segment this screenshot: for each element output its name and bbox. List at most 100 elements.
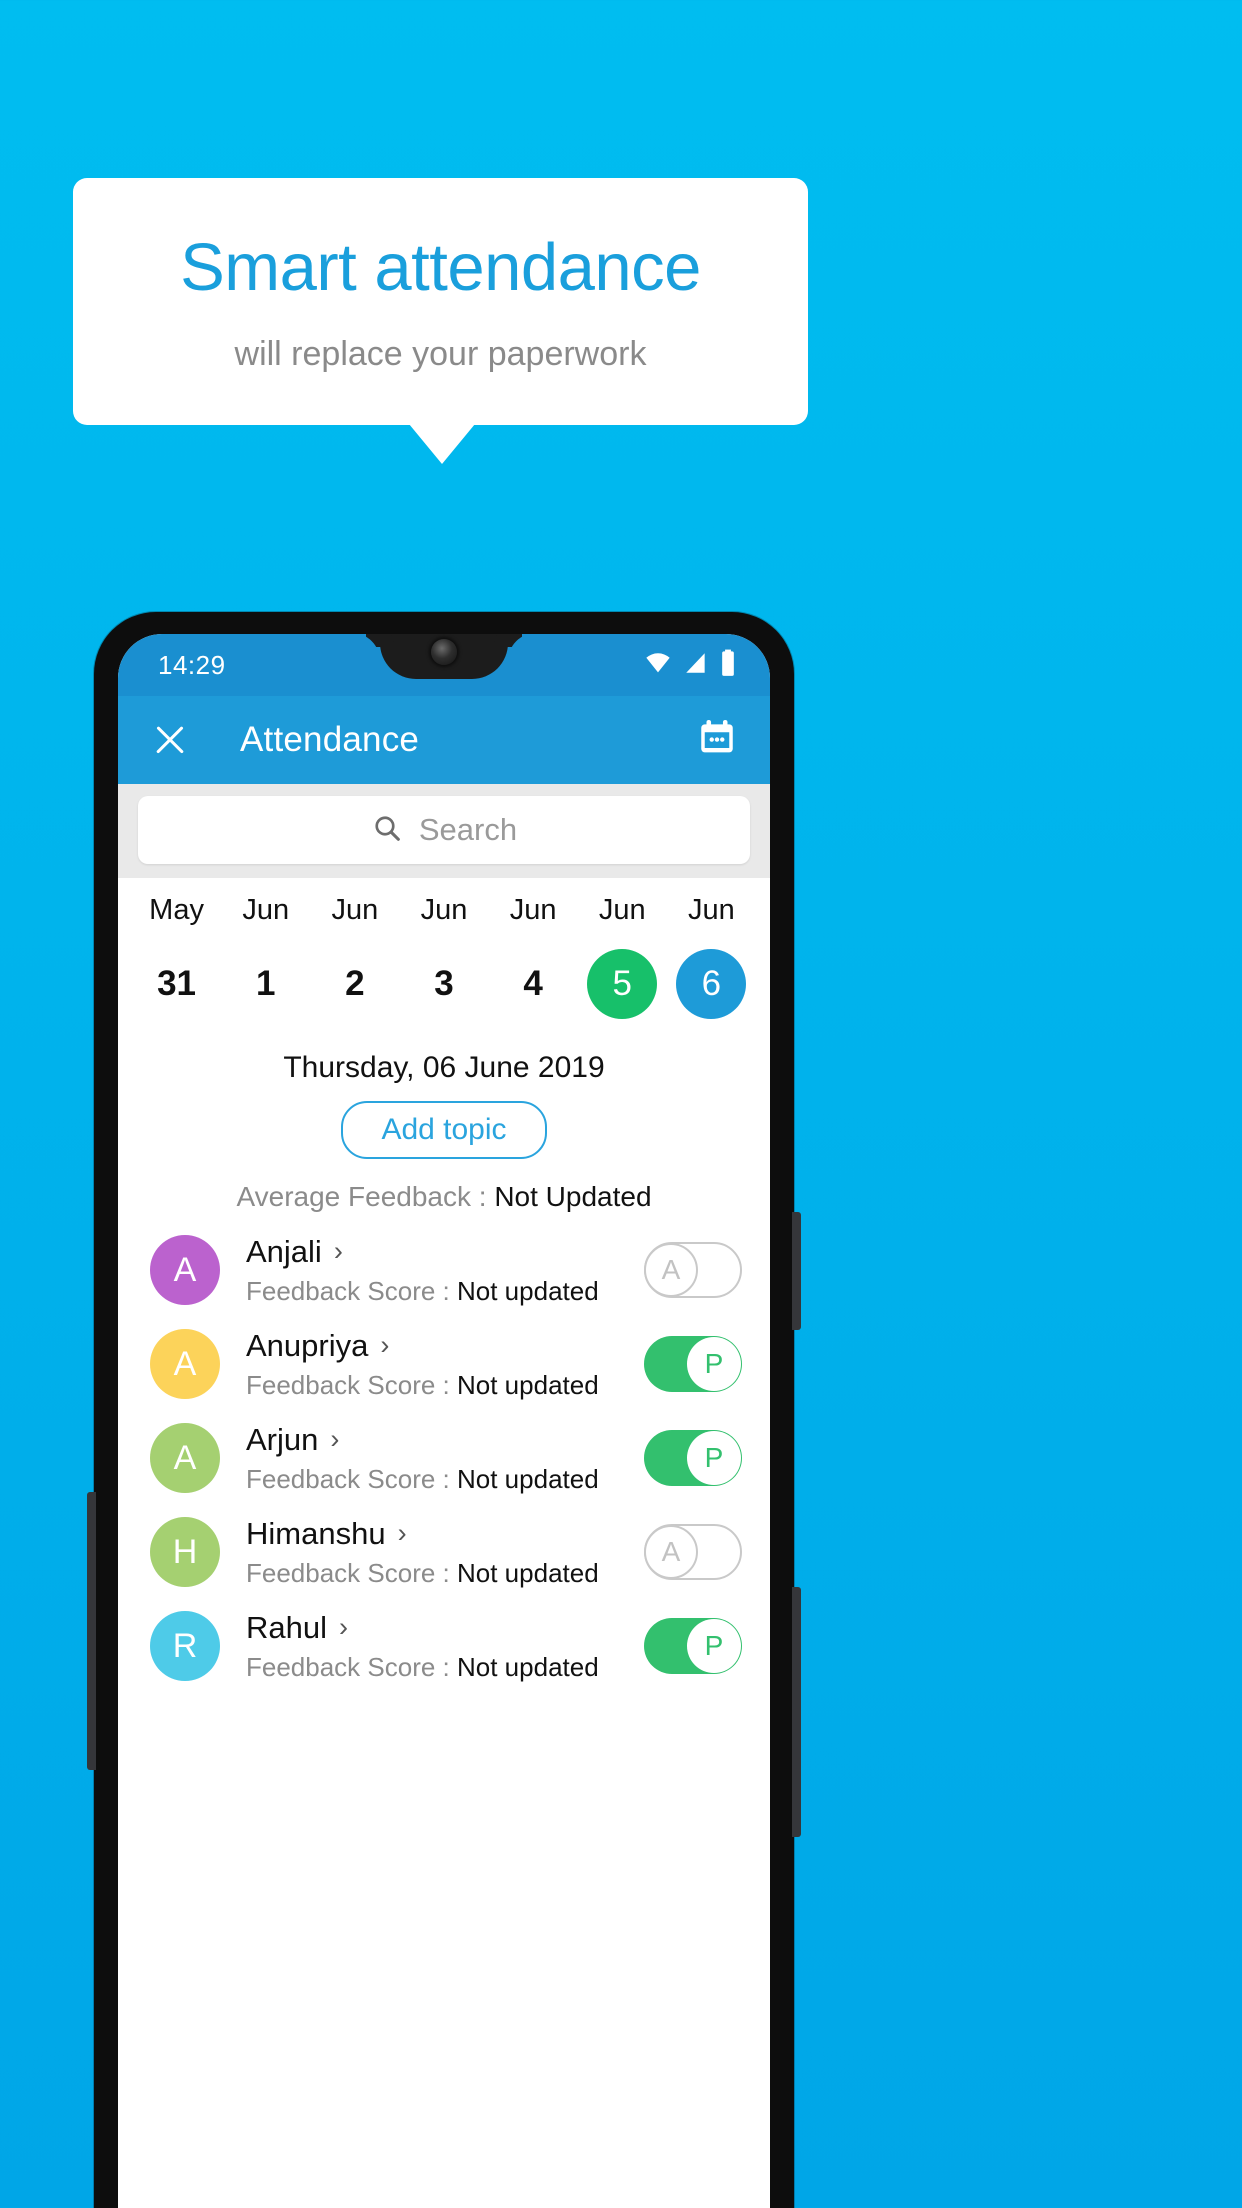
status-time: 14:29: [158, 649, 226, 680]
phone-bezel: 14:29 Attendance Search May 31 Jun 1 Jun…: [118, 634, 770, 2208]
selected-date-label: Thursday, 06 June 2019: [283, 1051, 605, 1084]
student-feedback-score: Feedback Score : Not updated: [246, 1276, 644, 1307]
promo-card-tail: [409, 424, 475, 464]
date-cell[interactable]: Jun 5: [578, 894, 667, 1019]
attendance-toggle-knob: A: [644, 1525, 698, 1579]
student-info: Rahul › Feedback Score : Not updated: [246, 1610, 644, 1683]
student-row[interactable]: H Himanshu › Feedback Score : Not updated A: [118, 1505, 770, 1599]
date-day: 2: [345, 964, 365, 1003]
chevron-right-icon[interactable]: ›: [330, 1426, 339, 1453]
student-row[interactable]: R Rahul › Feedback Score : Not updated P: [118, 1599, 770, 1693]
student-name-line[interactable]: Anupriya ›: [246, 1328, 644, 1364]
phone-screen: 14:29 Attendance Search May 31 Jun 1 Jun…: [118, 634, 770, 2208]
average-feedback-value: Not Updated: [494, 1181, 652, 1212]
phone-power-button[interactable]: [792, 1212, 801, 1330]
feedback-score-value: Not updated: [457, 1369, 599, 1400]
phone-mockup: 14:29 Attendance Search May 31 Jun 1 Jun…: [87, 612, 801, 2208]
chevron-right-icon[interactable]: ›: [339, 1614, 348, 1641]
date-cell[interactable]: Jun 6: [667, 894, 756, 1019]
attendance-toggle[interactable]: P: [644, 1430, 742, 1486]
date-month: May: [149, 894, 204, 926]
date-day: 4: [523, 964, 543, 1003]
date-month: Jun: [688, 894, 735, 926]
student-name: Anjali: [246, 1233, 322, 1269]
attendance-toggle[interactable]: P: [644, 1336, 742, 1392]
student-name-line[interactable]: Arjun ›: [246, 1422, 644, 1458]
student-list: A Anjali › Feedback Score : Not updated A A An…: [118, 1223, 770, 1693]
promo-card: Smart attendance will replace your paper…: [73, 178, 808, 425]
feedback-score-label: Feedback Score :: [246, 1369, 457, 1400]
feedback-score-label: Feedback Score :: [246, 1463, 457, 1494]
student-name: Himanshu: [246, 1515, 386, 1551]
add-topic-button[interactable]: Add topic: [341, 1101, 547, 1159]
date-cell[interactable]: Jun 2: [310, 894, 399, 1019]
avatar: A: [150, 1329, 220, 1399]
close-icon[interactable]: [150, 720, 190, 760]
date-month: Jun: [420, 894, 468, 926]
date-month: Jun: [598, 894, 646, 926]
student-name-line[interactable]: Himanshu ›: [246, 1516, 644, 1552]
avatar: R: [150, 1611, 220, 1681]
attendance-toggle-knob: P: [687, 1431, 741, 1485]
avatar: A: [150, 1235, 220, 1305]
feedback-score-label: Feedback Score :: [246, 1275, 457, 1306]
avatar: A: [150, 1423, 220, 1493]
student-feedback-score: Feedback Score : Not updated: [246, 1652, 644, 1683]
student-name-line[interactable]: Anjali ›: [246, 1234, 644, 1270]
app-bar: Attendance: [118, 696, 770, 784]
date-cell[interactable]: Jun 4: [489, 894, 578, 1019]
student-row[interactable]: A Arjun › Feedback Score : Not updated P: [118, 1411, 770, 1505]
student-row[interactable]: A Anupriya › Feedback Score : Not updated P: [118, 1317, 770, 1411]
phone-volume-button[interactable]: [792, 1587, 801, 1837]
search-icon: [371, 812, 403, 849]
search-placeholder: Search: [418, 812, 518, 847]
promo-subtitle: will replace your paperwork: [234, 334, 647, 373]
date-cell[interactable]: May 31: [132, 894, 221, 1019]
feedback-score-label: Feedback Score :: [246, 1651, 457, 1682]
search-input[interactable]: Search: [138, 796, 750, 864]
date-cell[interactable]: Jun 1: [221, 894, 310, 1019]
date-cell[interactable]: Jun 3: [399, 894, 488, 1019]
status-bar: 14:29: [118, 634, 770, 696]
add-topic-container: Add topic: [118, 1101, 770, 1159]
page-title: Attendance: [240, 720, 420, 759]
attendance-toggle[interactable]: P: [644, 1618, 742, 1674]
attendance-toggle-knob: P: [687, 1337, 741, 1391]
avatar: H: [150, 1517, 220, 1587]
date-day: 1: [255, 964, 276, 1003]
student-row[interactable]: A Anjali › Feedback Score : Not updated A: [118, 1223, 770, 1317]
status-icons: [644, 634, 736, 696]
attendance-toggle[interactable]: A: [644, 1242, 742, 1298]
student-info: Arjun › Feedback Score : Not updated: [246, 1422, 644, 1495]
student-name: Rahul: [246, 1609, 327, 1645]
date-month: Jun: [242, 894, 290, 926]
student-feedback-score: Feedback Score : Not updated: [246, 1370, 644, 1401]
student-info: Anjali › Feedback Score : Not updated: [246, 1234, 644, 1307]
date-month: Jun: [331, 894, 379, 926]
front-camera: [431, 639, 457, 665]
attendance-toggle[interactable]: A: [644, 1524, 742, 1580]
search-bar-container: Search: [118, 784, 770, 878]
phone-left-button[interactable]: [87, 1492, 96, 1770]
date-month: Jun: [509, 894, 557, 926]
average-feedback-label: Average Feedback :: [236, 1181, 495, 1212]
feedback-score-label: Feedback Score :: [246, 1557, 457, 1588]
calendar-icon[interactable]: [696, 717, 738, 764]
feedback-score-value: Not updated: [457, 1651, 599, 1682]
student-info: Himanshu › Feedback Score : Not updated: [246, 1516, 644, 1589]
student-feedback-score: Feedback Score : Not updated: [246, 1558, 644, 1589]
phone-notch: [380, 634, 508, 679]
student-name-line[interactable]: Rahul ›: [246, 1610, 644, 1646]
chevron-right-icon[interactable]: ›: [398, 1520, 407, 1547]
chevron-right-icon[interactable]: ›: [380, 1332, 389, 1359]
average-feedback: Average Feedback : Not Updated: [118, 1181, 770, 1213]
date-day: 31: [157, 964, 197, 1003]
promo-title: Smart attendance: [180, 229, 701, 305]
student-name: Arjun: [246, 1421, 319, 1457]
feedback-score-value: Not updated: [457, 1557, 599, 1588]
wifi-icon: [644, 649, 672, 682]
chevron-right-icon[interactable]: ›: [334, 1238, 343, 1265]
student-name: Anupriya: [246, 1327, 369, 1363]
date-day: 6: [676, 949, 747, 1019]
student-feedback-score: Feedback Score : Not updated: [246, 1464, 644, 1495]
